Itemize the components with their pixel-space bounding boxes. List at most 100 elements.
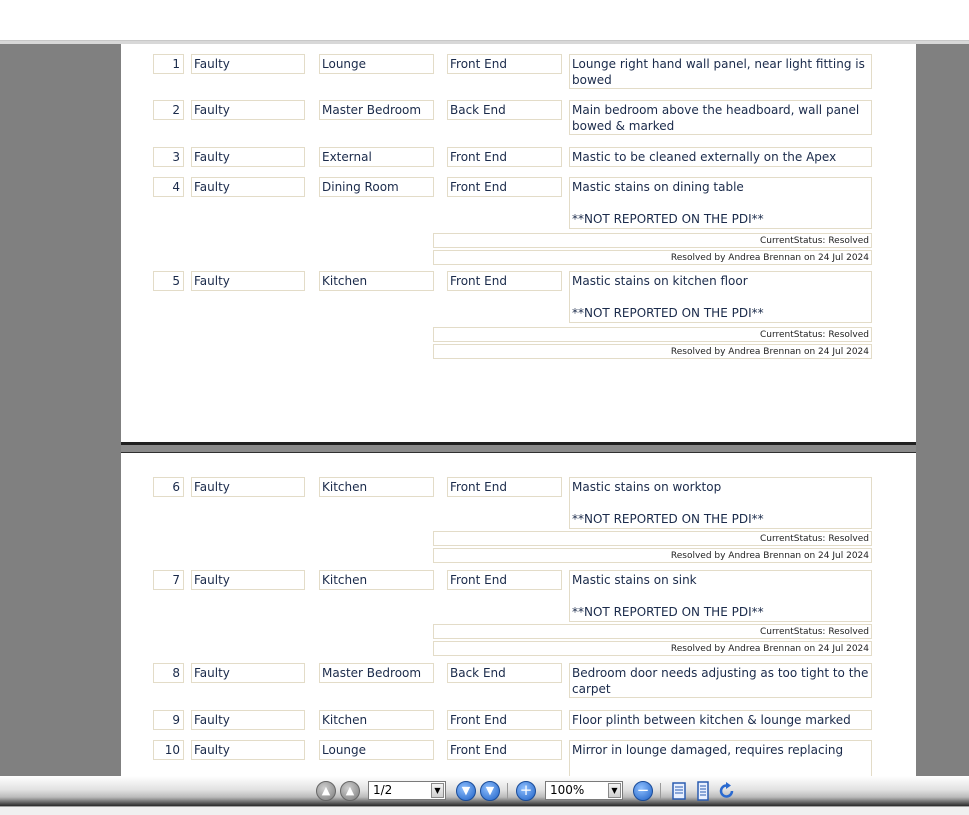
description-line: carpet xyxy=(572,682,611,696)
description-line xyxy=(572,289,869,305)
row-status: Faulty xyxy=(191,147,305,167)
toolbar-separator xyxy=(507,783,508,799)
row-status: Faulty xyxy=(191,570,305,590)
description-line: bowed xyxy=(572,73,612,87)
zoom-out-icon[interactable]: − xyxy=(633,781,653,801)
row-elevation: Back End xyxy=(447,663,562,683)
row-description: Floor plinth between kitchen & lounge ma… xyxy=(569,710,872,730)
row-number: 10 xyxy=(153,740,184,760)
row-description: Mastic to be cleaned externally on the A… xyxy=(569,147,872,167)
row-number: 5 xyxy=(153,271,184,291)
resolved-by-label: Resolved by Andrea Brennan on 24 Jul 202… xyxy=(433,548,872,563)
row-elevation: Front End xyxy=(447,271,562,291)
row-description: Lounge right hand wall panel, near light… xyxy=(569,54,872,89)
row-description: Mastic stains on worktop **NOT REPORTED O… xyxy=(569,477,872,529)
row-elevation: Front End xyxy=(447,54,562,74)
row-status: Faulty xyxy=(191,177,305,197)
row-room: Lounge xyxy=(319,54,434,74)
row-number: 4 xyxy=(153,177,184,197)
page-gap xyxy=(121,445,916,452)
top-blank-bar xyxy=(0,0,969,40)
row-description: Main bedroom above the headboard, wall p… xyxy=(569,100,872,135)
resolved-by-label: Resolved by Andrea Brennan on 24 Jul 202… xyxy=(433,344,872,359)
resolved-by-label: Resolved by Andrea Brennan on 24 Jul 202… xyxy=(433,641,872,656)
row-description: Mastic stains on sink **NOT REPORTED ON T… xyxy=(569,570,872,622)
row-elevation: Front End xyxy=(447,147,562,167)
viewer-toolbar: ▲ ▲ 1/2 ▼ ▼ ▼ + 100% ▼ − xyxy=(0,776,969,806)
toolbar-separator xyxy=(660,783,661,799)
status-strip xyxy=(0,806,969,815)
current-status-label: CurrentStatus: Resolved xyxy=(433,327,872,342)
zoom-select[interactable]: 100% ▼ xyxy=(545,781,623,800)
zoom-in-icon[interactable]: + xyxy=(516,781,536,801)
row-room: External xyxy=(319,147,434,167)
document-viewer[interactable]: 1 Faulty Lounge Front End Lounge right hand … xyxy=(0,44,969,776)
description-line: Mastic stains on kitchen floor xyxy=(572,274,748,288)
row-status: Faulty xyxy=(191,477,305,497)
page-select[interactable]: 1/2 ▼ xyxy=(368,781,446,800)
row-elevation: Front End xyxy=(447,740,562,760)
description-line: Mastic stains on worktop xyxy=(572,480,722,494)
description-line: Main bedroom above the headboard, wall p… xyxy=(572,103,860,117)
row-elevation: Front End xyxy=(447,710,562,730)
description-line: Mirror in lounge damaged, requires repla… xyxy=(572,743,844,757)
row-status: Faulty xyxy=(191,54,305,74)
description-line: **NOT REPORTED ON THE PDI** xyxy=(572,306,764,320)
row-room: Master Bedroom xyxy=(319,100,434,120)
row-description: Bedroom door needs adjusting as too tigh… xyxy=(569,663,872,698)
row-description: Mirror in lounge damaged, requires repla… xyxy=(569,740,872,776)
description-line: **NOT REPORTED ON THE PDI** xyxy=(572,212,764,226)
row-number: 6 xyxy=(153,477,184,497)
next-page-icon[interactable]: ▼ xyxy=(456,781,476,801)
last-page-icon[interactable]: ▼ xyxy=(480,781,500,801)
description-line xyxy=(572,195,869,211)
row-room: Kitchen xyxy=(319,271,434,291)
description-line: Mastic stains on sink xyxy=(572,573,697,587)
chevron-down-icon: ▼ xyxy=(431,783,444,798)
row-elevation: Front End xyxy=(447,177,562,197)
report-page-1: 1 Faulty Lounge Front End Lounge right hand … xyxy=(121,44,916,446)
viewer-right-margin xyxy=(916,44,969,776)
row-status: Faulty xyxy=(191,710,305,730)
page-select-value: 1/2 xyxy=(373,783,393,797)
description-line xyxy=(572,495,869,511)
row-status: Faulty xyxy=(191,271,305,291)
row-room: Kitchen xyxy=(319,477,434,497)
row-number: 7 xyxy=(153,570,184,590)
fit-width-icon[interactable] xyxy=(670,781,688,801)
fit-page-icon[interactable] xyxy=(694,781,712,801)
row-number: 9 xyxy=(153,710,184,730)
row-elevation: Front End xyxy=(447,570,562,590)
row-description: Mastic stains on dining table **NOT REPOR… xyxy=(569,177,872,229)
description-line: Lounge right hand wall panel, near light… xyxy=(572,57,865,71)
row-room: Master Bedroom xyxy=(319,663,434,683)
row-status: Faulty xyxy=(191,740,305,760)
rotate-icon[interactable] xyxy=(718,781,736,801)
description-line: Floor plinth between kitchen & lounge ma… xyxy=(572,713,851,727)
row-status: Faulty xyxy=(191,100,305,120)
description-line xyxy=(572,588,869,604)
description-line: Mastic to be cleaned externally on the A… xyxy=(572,150,837,164)
row-number: 2 xyxy=(153,100,184,120)
current-status-label: CurrentStatus: Resolved xyxy=(433,624,872,639)
current-status-label: CurrentStatus: Resolved xyxy=(433,233,872,248)
resolved-by-label: Resolved by Andrea Brennan on 24 Jul 202… xyxy=(433,250,872,265)
row-number: 3 xyxy=(153,147,184,167)
row-room: Lounge xyxy=(319,740,434,760)
current-status-label: CurrentStatus: Resolved xyxy=(433,531,872,546)
chevron-down-icon: ▼ xyxy=(608,783,621,798)
row-room: Kitchen xyxy=(319,710,434,730)
row-room: Kitchen xyxy=(319,570,434,590)
row-number: 8 xyxy=(153,663,184,683)
row-number: 1 xyxy=(153,54,184,74)
report-page-2: 6 Faulty Kitchen Front End Mastic stains on … xyxy=(121,452,916,776)
row-description: Mastic stains on kitchen floor **NOT REPO… xyxy=(569,271,872,323)
first-page-icon[interactable]: ▲ xyxy=(316,781,336,801)
zoom-select-value: 100% xyxy=(550,783,585,797)
row-status: Faulty xyxy=(191,663,305,683)
row-room: Dining Room xyxy=(319,177,434,197)
description-line: **NOT REPORTED ON THE PDI** xyxy=(572,605,764,619)
previous-page-icon[interactable]: ▲ xyxy=(340,781,360,801)
row-elevation: Front End xyxy=(447,477,562,497)
description-line: Bedroom door needs adjusting as too tigh… xyxy=(572,666,869,680)
